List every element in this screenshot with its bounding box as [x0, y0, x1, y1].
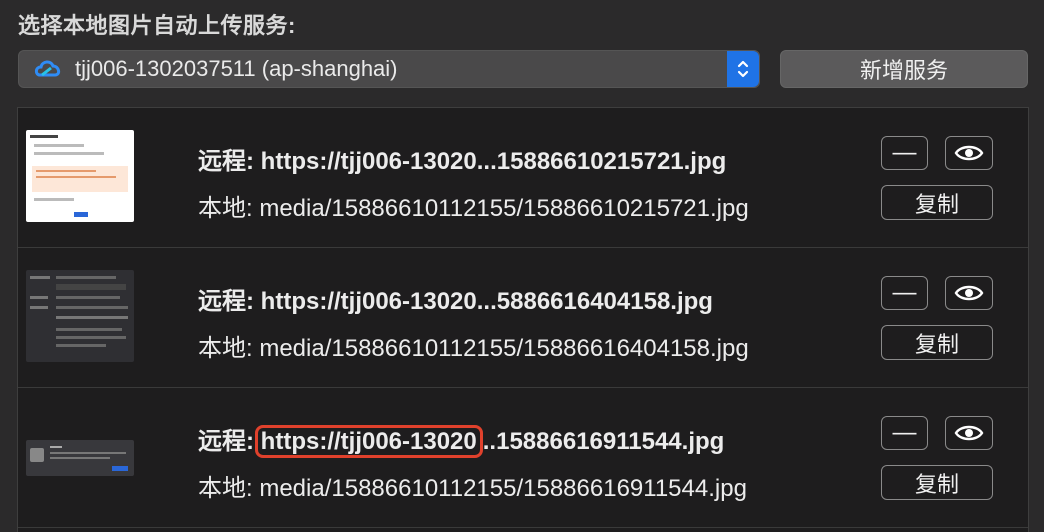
- remote-url-head: https://tjj006-13020: [260, 288, 477, 315]
- service-select[interactable]: tjj006-1302037511 (ap-shanghai): [18, 50, 760, 88]
- highlighted-url-segment: https://tjj006-13020: [254, 425, 483, 458]
- remote-url-head: https://tjj006-13020: [260, 148, 477, 175]
- eye-icon: [954, 285, 984, 301]
- service-select-value: tjj006-1302037511 (ap-shanghai): [75, 56, 398, 81]
- page-title: 选择本地图片自动上传服务:: [18, 13, 296, 38]
- preview-button[interactable]: [945, 276, 993, 310]
- remote-label: 远程:: [198, 428, 254, 455]
- remote-url-tail: ...15886610215721.jpg: [476, 148, 727, 175]
- copy-button[interactable]: 复制: [881, 185, 993, 220]
- list-item: 远程: https://tjj006-13020 ..15886616911544…: [18, 388, 1028, 528]
- local-path: 本地: media/15886610112155/15886616911544.…: [198, 468, 747, 503]
- local-label: 本地:: [198, 335, 253, 362]
- preview-button[interactable]: [945, 136, 993, 170]
- local-path-value: media/15886610112155/15886616911544.jpg: [259, 475, 747, 502]
- remote-label: 远程:: [198, 288, 254, 315]
- remote-url: 远程: https://tjj006-13020...1588661021572…: [198, 141, 726, 176]
- list-item: 远程: https://tjj006-13020...5886616404158…: [18, 248, 1028, 388]
- thumbnail-image: [26, 130, 134, 222]
- remove-button[interactable]: —: [881, 276, 928, 310]
- local-path-value: media/15886610112155/15886610215721.jpg: [259, 195, 749, 222]
- remote-url-tail: ...5886616404158.jpg: [476, 288, 713, 315]
- list-item: 远程: https://tjj006-13020...1588661021572…: [18, 108, 1028, 248]
- remove-button[interactable]: —: [881, 416, 928, 450]
- tencent-cloud-icon: [33, 54, 63, 84]
- remote-url-tail: ..15886616911544.jpg: [482, 428, 725, 455]
- remote-label: 远程:: [198, 148, 254, 175]
- local-label: 本地:: [198, 195, 253, 222]
- remote-url: 远程: https://tjj006-13020...5886616404158…: [198, 281, 713, 316]
- eye-icon: [954, 145, 984, 161]
- chevron-up-down-icon: [737, 60, 749, 78]
- upload-list: 远程: https://tjj006-13020...1588661021572…: [17, 107, 1029, 532]
- local-path-value: media/15886610112155/15886616404158.jpg: [259, 335, 749, 362]
- select-stepper[interactable]: [727, 51, 759, 87]
- preview-button[interactable]: [945, 416, 993, 450]
- remove-button[interactable]: —: [881, 136, 928, 170]
- local-path: 本地: media/15886610112155/15886610215721.…: [198, 188, 749, 223]
- local-path: 本地: media/15886610112155/15886616404158.…: [198, 328, 749, 363]
- copy-button[interactable]: 复制: [881, 325, 993, 360]
- eye-icon: [954, 425, 984, 441]
- thumbnail-image: [26, 440, 134, 476]
- add-service-button[interactable]: 新增服务: [780, 50, 1028, 88]
- copy-button[interactable]: 复制: [881, 465, 993, 500]
- local-label: 本地:: [198, 475, 253, 502]
- remote-url: 远程: https://tjj006-13020 ..15886616911544…: [198, 421, 725, 458]
- thumbnail-image: [26, 270, 134, 362]
